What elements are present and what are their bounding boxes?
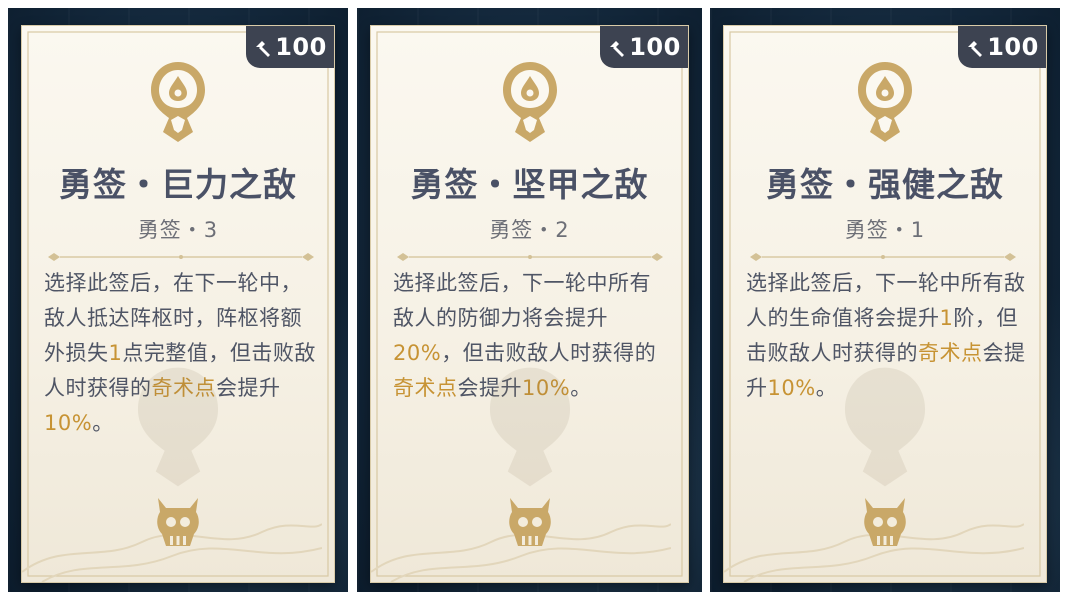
highlight-text: 奇术点 [393,376,458,400]
highlight-text: 1 [108,341,123,365]
card-title: 勇签・坚甲之敌 [410,165,649,204]
hammer-icon [965,37,985,57]
ornament-divider [750,253,1016,261]
card-title: 勇签・强健之敌 [766,165,1004,204]
card-subtitle: 勇签・1 [844,218,926,242]
hammer-icon [253,37,273,57]
skull-icon [157,498,199,546]
desc-text: 选择此签后，下一轮中所 [393,271,630,295]
challenge-card-2[interactable]: 100 勇签・坚甲之敌 勇签・2 选择此签后，下一轮中所有敌人的防御力将会提升2… [371,26,688,582]
desc-text: 的 [634,341,657,365]
desc-text: 选择此签后，在下一轮中 [44,271,281,295]
card-subtitle: 勇签・3 [137,218,219,242]
highlight-text: 10% [44,411,93,435]
ornament-divider [48,253,314,261]
cost-badge: 100 [600,26,688,68]
cost-value: 100 [629,33,681,61]
desc-text: 选择此签后，下一轮中所 [746,271,983,295]
highlight-text: 20% [393,341,442,365]
skull-icon [864,498,906,546]
card-panel-3: 100 勇签・强健之敌 勇签・1 选择此签后，下一轮中所有敌人的生命值将会提升1… [710,8,1060,592]
highlight-text: 1 [939,306,954,330]
cost-badge: 100 [958,26,1046,68]
card-title: 勇签・巨力之敌 [59,165,297,204]
enemy-emblem-icon [151,62,205,142]
desc-text: 。 [92,411,114,435]
cost-value: 100 [275,33,327,61]
desc-text: 会提升 [216,376,281,400]
highlight-text: 10% [767,376,816,400]
card-panel-2: 100 勇签・坚甲之敌 勇签・2 选择此签后，下一轮中所有敌人的防御力将会提升2… [357,8,702,592]
skull-icon [508,498,551,546]
enemy-emblem-icon [858,62,912,142]
card-panel-1: 100 勇签・巨力之敌 勇签・3 选择此签后，在下一轮中，敌人抵达阵枢时，阵枢将… [8,8,348,592]
card-subtitle: 勇签・2 [489,218,570,242]
hammer-icon [607,37,627,57]
desc-text: 。 [815,376,838,400]
challenge-card-1[interactable]: 100 勇签・巨力之敌 勇签・3 选择此签后，在下一轮中，敌人抵达阵枢时，阵枢将… [22,26,334,582]
cost-badge: 100 [246,26,334,68]
challenge-card-3[interactable]: 100 勇签・强健之敌 勇签・1 选择此签后，下一轮中所有敌人的生命值将会提升1… [724,26,1046,582]
cost-value: 100 [987,33,1039,61]
ornament-divider [397,253,663,261]
enemy-emblem-icon [502,62,557,142]
